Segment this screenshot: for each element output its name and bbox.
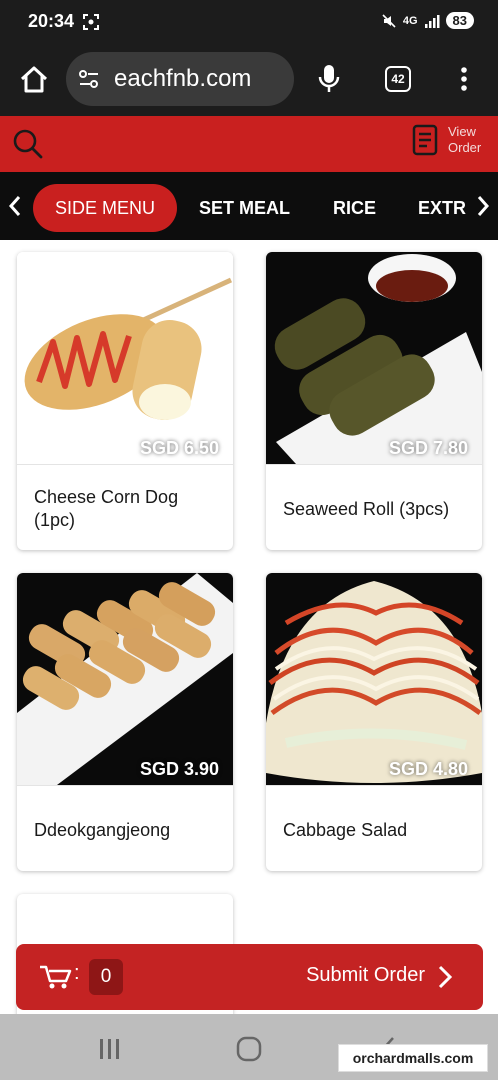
- product-name: Cheese Corn Dog (1pc): [34, 487, 179, 530]
- product-image: [266, 573, 482, 785]
- view-order-label: View: [448, 124, 476, 139]
- cart-separator: :: [74, 962, 80, 984]
- battery-level: 83: [445, 12, 474, 29]
- status-time: 20:34: [28, 11, 75, 31]
- product-card-ddeokgangjeong[interactable]: SGD 3.90 Ddeokgangjeong: [17, 573, 233, 871]
- status-bar: 20:34 4G 83: [0, 0, 498, 46]
- product-image: [17, 573, 233, 785]
- microphone-icon[interactable]: [316, 63, 342, 95]
- product-name: Ddeokgangjeong: [34, 820, 171, 840]
- address-bar[interactable]: eachfnb.com: [66, 52, 294, 106]
- home-icon[interactable]: [18, 64, 50, 96]
- product-price: SGD 7.80: [388, 438, 468, 458]
- watermark: orchardmalls.com: [338, 1044, 488, 1072]
- product-image: [266, 252, 482, 464]
- cart-icon: [40, 965, 72, 989]
- tab-switcher-button[interactable]: 42: [385, 66, 411, 92]
- chevron-right-icon: [438, 965, 453, 989]
- recent-apps-icon[interactable]: [98, 1038, 122, 1060]
- divider: [17, 785, 233, 786]
- submit-order-label: Submit Order: [306, 964, 425, 986]
- more-options-icon[interactable]: [456, 66, 472, 92]
- product-name: Cabbage Salad: [283, 820, 408, 840]
- home-nav-icon[interactable]: [236, 1036, 262, 1062]
- order-list-icon: [412, 124, 438, 156]
- view-order-button[interactable]: View Order: [412, 124, 486, 156]
- mute-icon: [382, 13, 396, 28]
- product-card-cabbage-salad[interactable]: SGD 4.80 Cabbage Salad: [266, 573, 482, 871]
- product-card-seaweed-roll[interactable]: SGD 7.80 Seaweed Roll (3pcs): [266, 252, 482, 550]
- divider: [266, 464, 482, 465]
- divider: [266, 785, 482, 786]
- search-icon[interactable]: [12, 128, 44, 160]
- submit-order-bar[interactable]: : 0 Submit Order: [16, 944, 483, 1010]
- tab-count: 42: [391, 72, 405, 86]
- category-tab-rice[interactable]: RICE: [333, 184, 376, 232]
- site-settings-icon[interactable]: [78, 69, 100, 89]
- product-price: SGD 6.50: [139, 438, 219, 458]
- signal-icon: [424, 14, 440, 28]
- product-image: [17, 252, 233, 464]
- product-name: Seaweed Roll (3pcs): [283, 499, 450, 519]
- site-header: View Order: [0, 116, 498, 172]
- category-tab-extra[interactable]: EXTR: [418, 184, 466, 232]
- product-price: SGD 3.90: [139, 759, 219, 779]
- cart-count: 0: [89, 959, 123, 995]
- divider: [17, 464, 233, 465]
- category-bar: SIDE MENU SET MEAL RICE EXTR: [0, 172, 498, 240]
- browser-toolbar: eachfnb.com 42: [0, 46, 498, 116]
- scroll-left-icon[interactable]: [6, 194, 24, 218]
- network-type: 4G: [402, 14, 418, 27]
- category-tab-side-menu[interactable]: SIDE MENU: [33, 184, 178, 232]
- product-card-cheese-corn-dog[interactable]: SGD 6.50 Cheese Corn Dog (1pc): [17, 252, 233, 550]
- category-tab-set-meal[interactable]: SET MEAL: [199, 184, 290, 232]
- url-text: eachfnb.com: [114, 65, 252, 92]
- scroll-right-icon[interactable]: [474, 194, 492, 218]
- product-price: SGD 4.80: [388, 759, 468, 779]
- screenshot-icon: [83, 14, 99, 30]
- view-order-label-2: Order: [448, 140, 482, 155]
